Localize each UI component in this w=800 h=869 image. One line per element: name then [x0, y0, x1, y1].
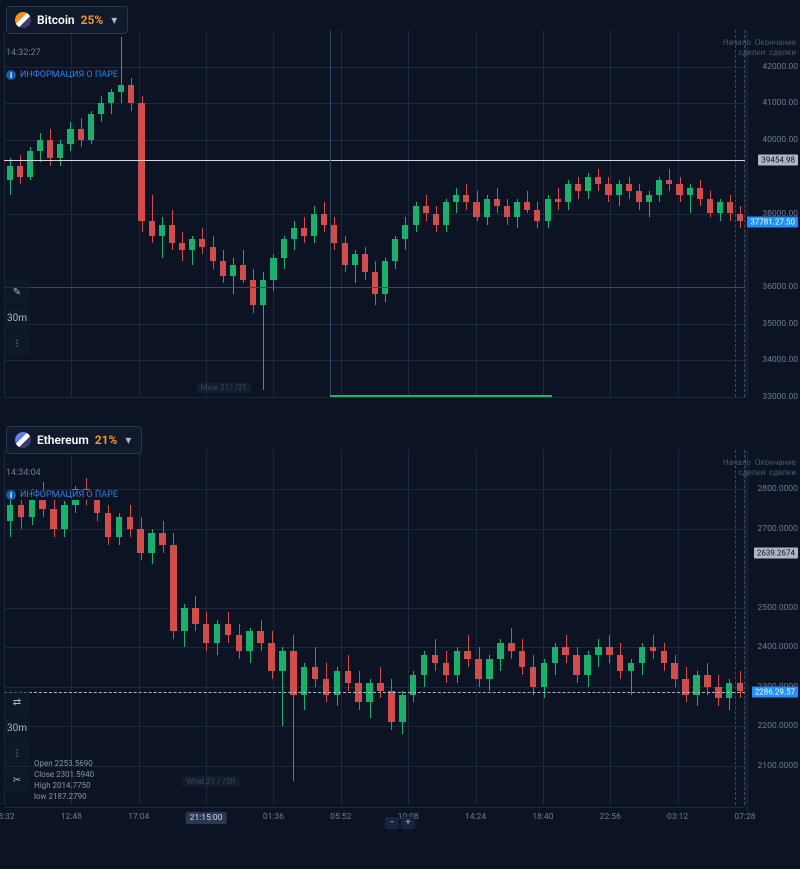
draw-tool-button[interactable]: ✎: [4, 280, 30, 304]
snip-button[interactable]: ✂: [4, 768, 30, 792]
pair-info-button[interactable]: i ИНФОРМАЦИЯ О ПАРЕ: [6, 70, 118, 80]
chart-area[interactable]: What 21 / /SR: [4, 450, 745, 805]
zoom-out-button[interactable]: −: [385, 817, 399, 829]
trade-zone-labels: Начало Окончание сделки сделки: [723, 38, 796, 58]
asset-payout: 25%: [81, 13, 104, 27]
chart-toolbar: ✎ 30m ⫶: [4, 280, 30, 356]
chart-pane-ethereum: Ethereum 21% ▾ 14:34:04 i ИНФОРМАЦИЯ О П…: [0, 420, 800, 830]
bitcoin-icon: [15, 12, 31, 28]
info-icon: i: [6, 70, 16, 80]
x-axis: 08:3212:4817:0421:2001:3605:5210:0814:24…: [4, 807, 745, 830]
pair-info-button[interactable]: i ИНФОРМАЦИЯ О ПАРЕ: [6, 490, 118, 500]
y-axis: 2100.00002200.00002300.00002400.00002500…: [747, 450, 800, 812]
chart-toolbar: ⇄ 30m ⫶ ✂: [4, 690, 30, 792]
asset-name: Bitcoin: [37, 13, 75, 27]
ohlc-readout: Open 2253.5690 Close 2301.5940 High 2014…: [34, 758, 94, 802]
zoom-in-button[interactable]: +: [401, 817, 415, 829]
asset-payout: 21%: [95, 433, 118, 447]
chart-pane-bitcoin: Bitcoin 25% ▾ 14:32:27 i ИНФОРМАЦИЯ О ПА…: [0, 0, 800, 415]
info-label: ИНФОРМАЦИЯ О ПАРЕ: [20, 70, 118, 80]
chart-area[interactable]: Мож 21/ /21: [4, 30, 745, 397]
timeframe-button[interactable]: 30m: [4, 306, 30, 330]
zoom-controls: − +: [385, 817, 415, 829]
info-label: ИНФОРМАЦИЯ О ПАРЕ: [20, 490, 118, 500]
chevron-down-icon: ▾: [109, 15, 119, 25]
info-icon: i: [6, 490, 16, 500]
chart-timestamp: 14:32:27: [6, 48, 41, 58]
y-axis: 33000.0034000.0035000.0036000.0038000.00…: [747, 30, 800, 397]
asset-selector[interactable]: Ethereum 21% ▾: [6, 426, 142, 454]
asset-selector[interactable]: Bitcoin 25% ▾: [6, 6, 128, 34]
indicators-button[interactable]: ⫶: [4, 332, 30, 356]
trade-zone-labels: Начало Окончание сделки сделки: [723, 458, 796, 478]
indicators-button[interactable]: ⫶: [4, 742, 30, 766]
asset-name: Ethereum: [37, 433, 89, 447]
chart-timestamp: 14:34:04: [6, 468, 41, 478]
timeframe-button[interactable]: 30m: [4, 716, 30, 740]
chevron-down-icon: ▾: [123, 435, 133, 445]
ethereum-icon: [15, 432, 31, 448]
tool-button[interactable]: ⇄: [4, 690, 30, 714]
